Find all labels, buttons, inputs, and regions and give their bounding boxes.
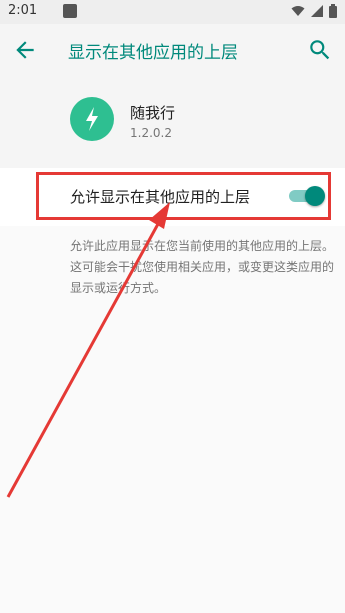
app-bar: 显示在其他应用的上层: [0, 24, 345, 76]
battery-icon: [329, 4, 337, 18]
wifi-icon: [291, 6, 305, 16]
page-title: 显示在其他应用的上层: [68, 43, 238, 63]
notification-icon: [63, 4, 77, 18]
overlay-permission-row[interactable]: 允许显示在其他应用的上层: [0, 168, 345, 226]
overlay-permission-label: 允许显示在其他应用的上层: [70, 188, 251, 206]
app-logo-icon: [70, 97, 114, 141]
signal-icon: [311, 5, 323, 17]
search-button[interactable]: [307, 37, 333, 63]
search-icon: [310, 40, 330, 60]
permission-description: 允许此应用显示在您当前使用的其他应用的上层。这可能会干扰您使用相关应用，或变更这…: [70, 239, 335, 295]
toggle-thumb: [305, 186, 325, 206]
status-time: 2:01: [8, 3, 38, 18]
app-name: 随我行: [130, 104, 176, 122]
app-header: 随我行 1.2.0.2: [0, 76, 345, 168]
overlay-permission-toggle[interactable]: [289, 184, 325, 208]
back-button[interactable]: [12, 37, 38, 63]
arrow-back-icon: [16, 41, 34, 59]
status-bar: 2:01: [0, 0, 345, 24]
status-icons: [291, 4, 337, 18]
app-version: 1.2.0.2: [130, 126, 172, 140]
